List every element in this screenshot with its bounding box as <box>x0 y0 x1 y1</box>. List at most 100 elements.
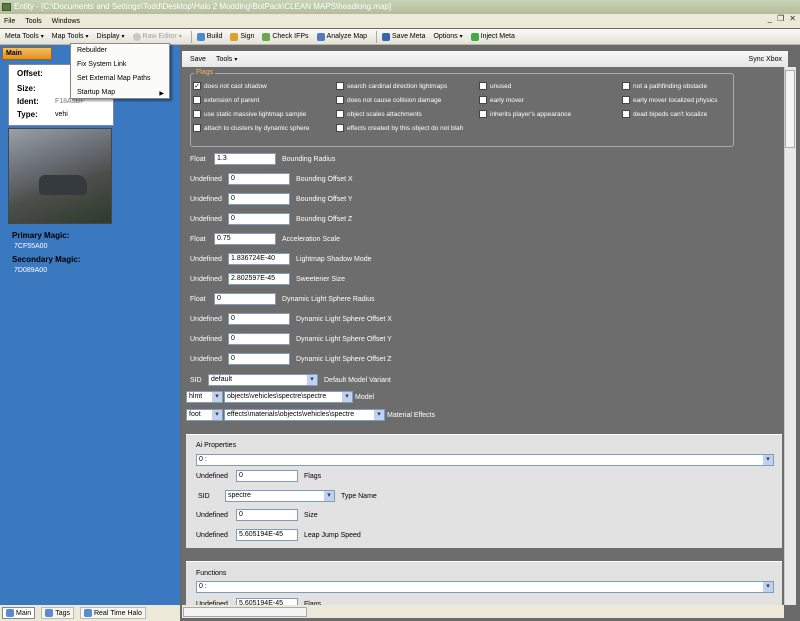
flag-checkbox[interactable]: unused <box>479 82 511 90</box>
chevron-down-icon: ▾ <box>212 392 222 402</box>
analyze-map-button[interactable]: Analyze Map <box>315 32 369 42</box>
check-ifps-button[interactable]: Check IFPs <box>260 32 310 42</box>
checkbox-box[interactable] <box>336 82 344 90</box>
flag-checkbox[interactable]: early mover localized physics <box>622 96 718 104</box>
ident-value: F18A5BF <box>55 98 85 105</box>
field-value-input[interactable]: 0 <box>228 313 290 325</box>
checkbox-box[interactable] <box>336 110 344 118</box>
vertical-scroll-thumb[interactable] <box>785 70 795 148</box>
ai-properties-index-select[interactable]: 0 : ▾ <box>196 454 774 466</box>
flag-checkbox[interactable]: ✓ does not cast shadow <box>193 82 267 90</box>
tab-main-label: Main <box>16 609 32 617</box>
checkbox-box[interactable] <box>622 82 630 90</box>
restore-icon[interactable]: ❐ <box>777 14 784 23</box>
bottom-tabs: Main Tags Real Time Halo <box>0 605 180 621</box>
field-value-input[interactable]: 0 <box>228 353 290 365</box>
checkbox-box[interactable] <box>479 110 487 118</box>
field-type: Undefined <box>190 355 222 363</box>
flag-checkbox[interactable]: inherits player's appearance <box>479 110 571 118</box>
field-value-input[interactable]: 0 <box>228 213 290 225</box>
flag-label: attach to clusters by dynamic sphere <box>204 124 310 132</box>
model-path-select[interactable]: objects\vehicles\spectre\spectre ▾ <box>224 391 353 403</box>
field-name: Dynamic Light Sphere Offset X <box>296 315 392 323</box>
inject-meta-button[interactable]: Inject Meta <box>469 32 517 42</box>
checkbox-box[interactable] <box>479 82 487 90</box>
ai-flags-input[interactable]: 0 <box>236 470 298 482</box>
sidebar-tab-main[interactable]: Main <box>2 47 52 60</box>
build-button[interactable]: Build <box>195 32 225 42</box>
field-value-input[interactable]: 0.75 <box>214 233 276 245</box>
flag-label: use static massive lightmap sample <box>204 110 307 118</box>
save-meta-button[interactable]: Save Meta <box>380 32 427 42</box>
tab-tags[interactable]: Tags <box>41 607 74 619</box>
field-value-input[interactable]: 1.3 <box>214 153 276 165</box>
flag-checkbox[interactable]: extension of parent <box>193 96 259 104</box>
minimize-icon[interactable]: _ <box>768 14 772 23</box>
functions-index-select[interactable]: 0 : ▾ <box>196 581 774 593</box>
checkbox-box[interactable] <box>193 96 201 104</box>
flag-checkbox[interactable]: object scales attachments <box>336 110 422 118</box>
flag-checkbox[interactable]: dead bipeds can't localize <box>622 110 707 118</box>
raw-editor-button: Raw Editor <box>131 32 184 42</box>
menu-item-fix-system-link[interactable]: Fix System Link <box>77 61 126 68</box>
field-value-input[interactable]: 0 <box>228 193 290 205</box>
field-value-input[interactable]: 1.836724E-40 <box>228 253 290 265</box>
flag-checkbox[interactable]: early mover <box>479 96 524 104</box>
flag-checkbox[interactable]: attach to clusters by dynamic sphere <box>193 124 310 132</box>
ai-row-size: Undefined 0 Size <box>196 509 318 521</box>
material-path-select[interactable]: effects\materials\objects\vehicles\spect… <box>224 409 385 421</box>
sign-button[interactable]: Sign <box>228 32 256 42</box>
menu-windows[interactable]: Windows <box>52 18 80 25</box>
ai-size-input[interactable]: 0 <box>236 509 298 521</box>
flag-checkbox[interactable]: not a pathfinding obstacle <box>622 82 707 90</box>
flag-checkbox[interactable]: search cardinal direction lightmaps <box>336 82 447 90</box>
check-icon[interactable]: ✓ <box>193 82 201 90</box>
window-title: Entity - [C:\Documents and Settings\Todd… <box>14 2 392 11</box>
checkbox-box[interactable] <box>479 96 487 104</box>
checkbox-box[interactable] <box>622 110 630 118</box>
close-icon[interactable]: ✕ <box>789 14 796 23</box>
model-tag-class-select[interactable]: hlmt ▾ <box>186 391 223 403</box>
flag-label: object scales attachments <box>347 110 422 118</box>
field-value-input[interactable]: 0 <box>214 293 276 305</box>
meta-tools-button[interactable]: Meta Tools <box>3 32 46 41</box>
field-name: Model <box>355 393 375 401</box>
type-name-select[interactable]: spectre ▾ <box>225 490 335 502</box>
flag-checkbox[interactable]: does not cause collision damage <box>336 96 441 104</box>
checkbox-box[interactable] <box>193 110 201 118</box>
checkbox-box[interactable] <box>336 124 344 132</box>
check-icon <box>262 32 271 41</box>
menu-tools[interactable]: Tools <box>25 18 41 25</box>
tools-button[interactable]: Tools <box>216 56 237 63</box>
chevron-down-icon: ▾ <box>763 455 773 465</box>
flag-checkbox[interactable]: use static massive lightmap sample <box>193 110 306 118</box>
tab-real-time-halo[interactable]: Real Time Halo <box>79 607 146 619</box>
menu-item-startup-map[interactable]: Startup Map <box>77 89 115 96</box>
field-row: Undefined 0 Dynamic Light Sphere Offset Y <box>190 333 392 345</box>
save-button[interactable]: Save <box>190 56 206 63</box>
tab-main[interactable]: Main <box>2 607 36 619</box>
map-tools-button[interactable]: Map Tools <box>50 32 91 41</box>
menu-item-set-external-map-paths[interactable]: Set External Map Paths <box>77 75 151 82</box>
menu-file[interactable]: File <box>4 18 15 25</box>
field-value-input[interactable]: 2.802597E-45 <box>228 273 290 285</box>
default-model-variant-select[interactable]: default ▾ <box>208 374 318 386</box>
field-value-input[interactable]: 0 <box>228 333 290 345</box>
functions-title: Functions <box>196 570 227 577</box>
material-tag-class-select[interactable]: foot ▾ <box>186 409 223 421</box>
checkbox-box[interactable] <box>622 96 630 104</box>
field-name: Flags <box>304 472 322 480</box>
checkbox-box[interactable] <box>193 124 201 132</box>
sync-xbox-button[interactable]: Sync Xbox <box>749 56 782 63</box>
leap-jump-speed-input[interactable]: 5.605194E-45 <box>236 529 298 541</box>
horizontal-scroll-thumb[interactable] <box>183 607 307 617</box>
checkbox-box[interactable] <box>336 96 344 104</box>
display-button[interactable]: Display <box>95 32 127 41</box>
flag-label: not a pathfinding obstacle <box>633 82 708 90</box>
field-value-input[interactable]: 0 <box>228 173 290 185</box>
flag-label: does not cause collision damage <box>347 96 442 104</box>
mdi-controls: _ ❐ ✕ <box>768 14 796 23</box>
options-button[interactable]: Options <box>431 32 464 41</box>
menu-item-rebuilder[interactable]: Rebuilder <box>77 47 107 54</box>
flag-checkbox[interactable]: effects created by this object do not bl… <box>336 124 463 132</box>
